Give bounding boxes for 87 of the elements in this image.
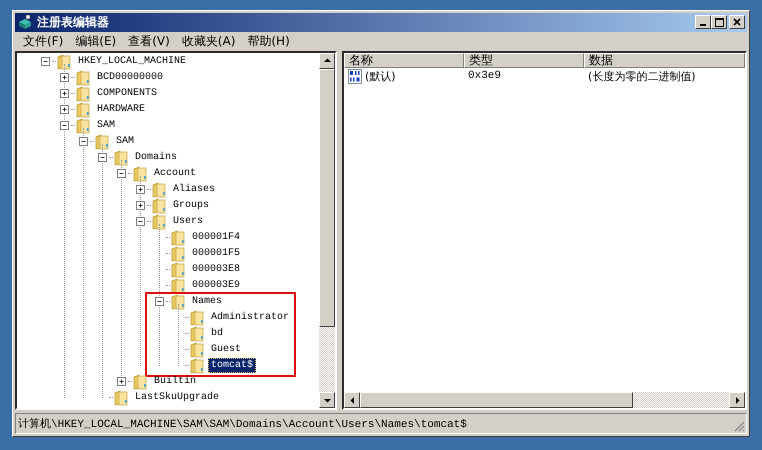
minimize-button[interactable]	[695, 15, 711, 30]
collapse-toggle-icon[interactable]	[41, 57, 50, 66]
tree-item[interactable]: Builtin	[151, 374, 200, 390]
scroll-down-button[interactable]	[319, 392, 335, 408]
collapse-toggle-icon[interactable]	[79, 137, 88, 146]
collapse-toggle-icon[interactable]	[155, 297, 164, 306]
expand-toggle-icon[interactable]	[117, 377, 126, 386]
folder-icon	[133, 374, 147, 390]
scroll-right-button[interactable]	[729, 392, 745, 408]
tree-item[interactable]: HKEY_LOCAL_MACHINE	[75, 54, 190, 70]
tree-item[interactable]: 000003E9	[189, 278, 244, 294]
tree-item[interactable]: tomcat$	[208, 358, 256, 374]
folder-icon	[171, 246, 185, 262]
tree-item[interactable]: SAM	[94, 118, 118, 134]
horizontal-scrollbar[interactable]	[344, 392, 745, 408]
expand-toggle-icon[interactable]	[60, 89, 69, 98]
menu-item[interactable]: 收藏夹(A)	[176, 32, 242, 50]
expand-toggle-icon[interactable]	[136, 201, 145, 210]
tree-item[interactable]: Groups	[170, 198, 212, 214]
collapse-toggle-icon[interactable]	[98, 153, 107, 162]
menu-item[interactable]: 帮助(H)	[241, 32, 296, 50]
folder-icon	[114, 390, 128, 406]
folder-icon	[171, 262, 185, 278]
folder-icon	[152, 214, 166, 230]
tree-item[interactable]: 000001F4	[189, 230, 244, 246]
left-arrow-icon	[348, 396, 356, 404]
collapse-toggle-icon[interactable]	[136, 217, 145, 226]
tree-item[interactable]: BCD00000000	[94, 70, 166, 86]
window-title: 注册表编辑器	[37, 14, 110, 31]
expand-toggle-icon[interactable]	[136, 185, 145, 194]
menu-item[interactable]: 查看(V)	[122, 32, 176, 50]
folder-icon	[171, 278, 185, 294]
vertical-scrollbar[interactable]	[319, 52, 335, 408]
close-button[interactable]	[729, 15, 745, 30]
right-arrow-icon	[734, 396, 740, 404]
up-arrow-icon	[324, 57, 330, 64]
folder-icon	[152, 182, 166, 198]
status-path: 计算机\HKEY_LOCAL_MACHINE\SAM\SAM\Domains\Account\Users\Names\tomcat$	[18, 417, 467, 432]
column-header[interactable]: 数据	[584, 52, 745, 68]
registry-cubes-icon	[17, 14, 33, 30]
value-data: (长度为零的二进制值)	[587, 68, 696, 84]
tree-item[interactable]: Aliases	[170, 182, 218, 198]
tree-item[interactable]: SAM	[113, 134, 138, 150]
expand-toggle-icon[interactable]	[60, 73, 69, 82]
tree-item[interactable]: bd	[208, 326, 226, 342]
folder-icon	[190, 342, 204, 358]
value-name[interactable]: (默认)	[365, 68, 396, 84]
tree-item[interactable]: 000003E8	[189, 262, 244, 278]
folder-icon	[76, 102, 90, 118]
tree-item[interactable]: 000001F5	[189, 246, 244, 262]
folder-icon	[95, 134, 109, 150]
tree-item[interactable]: LastSkuUpgrade	[132, 390, 222, 406]
column-header[interactable]: 类型	[464, 52, 584, 68]
folder-icon	[57, 54, 71, 70]
collapse-toggle-icon[interactable]	[60, 121, 69, 130]
folder-icon	[190, 358, 204, 374]
scroll-left-button[interactable]	[344, 392, 360, 408]
tree-item[interactable]: COMPONENTS	[94, 86, 160, 102]
folder-icon	[114, 150, 128, 166]
tree-item[interactable]: HARDWARE	[94, 102, 148, 118]
value-type: 0x3e9	[467, 70, 502, 82]
menu-item[interactable]: 文件(F)	[17, 32, 70, 50]
folder-icon	[171, 294, 185, 310]
expand-toggle-icon[interactable]	[60, 105, 69, 114]
tree-item[interactable]: Names	[189, 294, 226, 310]
menu-item[interactable]: 编辑(E)	[69, 32, 122, 50]
folder-icon	[76, 118, 90, 134]
folder-icon	[133, 166, 147, 182]
collapse-toggle-icon[interactable]	[117, 169, 126, 178]
maximize-button[interactable]	[711, 15, 727, 30]
close-icon	[733, 18, 741, 26]
binary-value-icon	[348, 68, 362, 84]
tree-item[interactable]: Domains	[132, 150, 180, 166]
down-arrow-icon	[324, 396, 330, 404]
tree-item[interactable]: Guest	[208, 342, 244, 358]
maximize-icon	[714, 18, 724, 27]
folder-icon	[171, 230, 185, 246]
folder-icon	[190, 310, 204, 326]
tree-item[interactable]: Users	[170, 214, 206, 230]
folder-icon	[76, 70, 90, 86]
folder-icon	[152, 198, 166, 214]
tree-item[interactable]: Account	[151, 166, 200, 182]
scroll-up-button[interactable]	[319, 52, 335, 69]
folder-icon	[190, 326, 204, 342]
tree-item[interactable]: Administrator	[208, 310, 292, 326]
column-header[interactable]: 名称	[344, 52, 464, 68]
folder-icon	[76, 86, 90, 102]
